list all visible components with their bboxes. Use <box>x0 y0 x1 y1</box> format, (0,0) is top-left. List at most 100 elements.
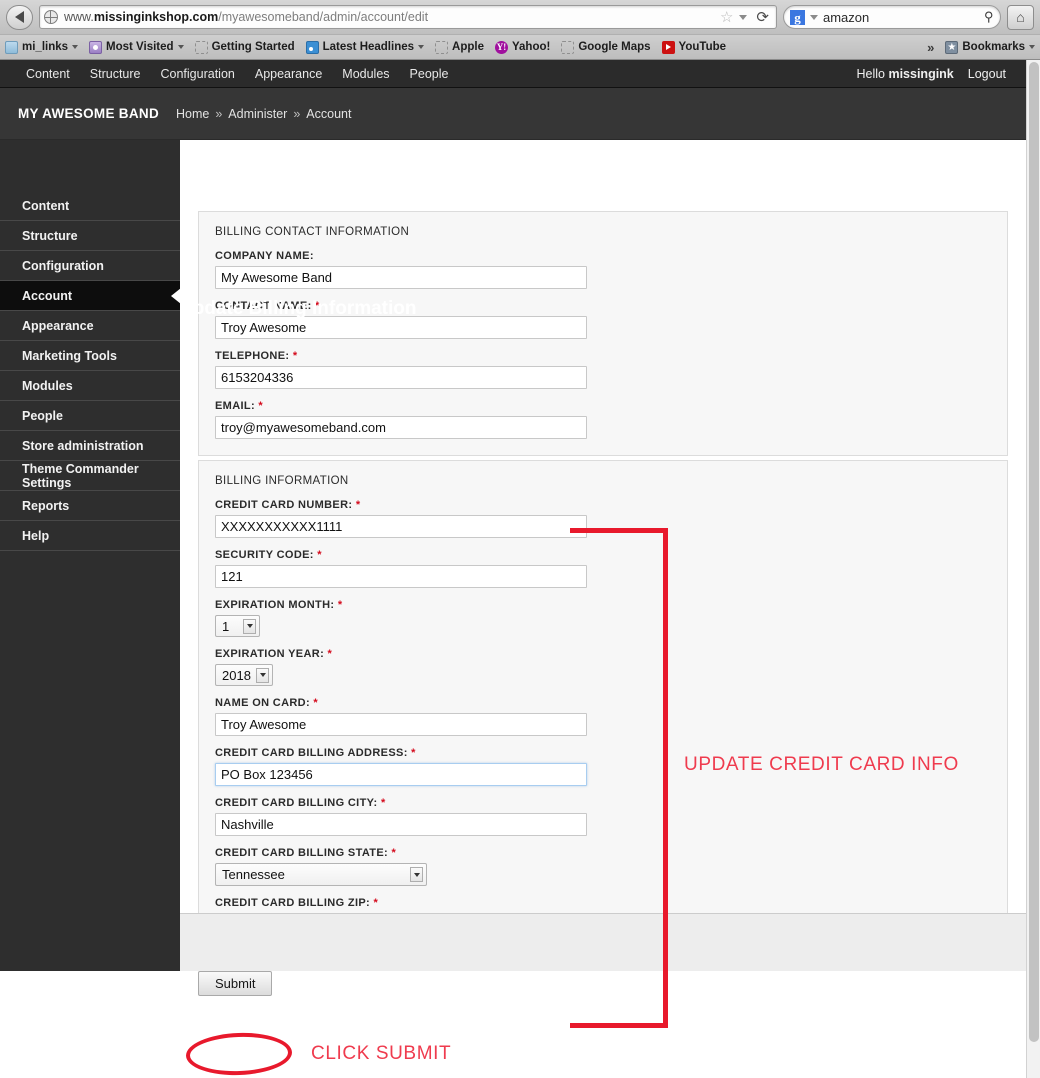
page-footer <box>180 913 1026 971</box>
url-bar[interactable]: www.missinginkshop.com/myawesomeband/adm… <box>39 5 777 29</box>
bookmark-google-maps[interactable]: Google Maps <box>561 40 651 54</box>
field-label: COMPANY NAME: <box>215 250 991 262</box>
admin-menu-people[interactable]: People <box>400 67 459 81</box>
bookmark-label: Most Visited <box>106 41 174 53</box>
breadcrumb-item-home[interactable]: Home <box>176 107 209 121</box>
field-label: EMAIL: * <box>215 400 991 412</box>
sidebar-top-spacer <box>0 140 180 191</box>
field-expiration-year: EXPIRATION YEAR: * 2018 <box>215 648 991 686</box>
label-text: EXPIRATION MONTH: <box>215 599 335 611</box>
field-email: EMAIL: * <box>215 400 991 439</box>
label-text: COMPANY NAME: <box>215 250 314 262</box>
sidebar-item-account[interactable]: Account <box>0 281 181 311</box>
web-page: Content Structure Configuration Appearan… <box>0 60 1026 1078</box>
search-bar[interactable]: g amazon ⚲ <box>783 5 1001 29</box>
field-label: TELEPHONE: * <box>215 350 991 362</box>
sidebar-item-store-administration[interactable]: Store administration <box>0 431 180 461</box>
admin-menu-appearance[interactable]: Appearance <box>245 67 332 81</box>
label-text: CREDIT CARD BILLING ZIP: <box>215 897 371 909</box>
sidebar-item-structure[interactable]: Structure <box>0 221 180 251</box>
sidebar-item-label: People <box>22 408 63 423</box>
logout-link[interactable]: Logout <box>968 67 1010 81</box>
admin-menu-configuration[interactable]: Configuration <box>151 67 245 81</box>
email-input[interactable] <box>215 416 587 439</box>
field-credit-card-number: CREDIT CARD NUMBER: * <box>215 499 991 538</box>
bookmark-mi-links[interactable]: mi_links <box>5 40 79 54</box>
field-label: CREDIT CARD NUMBER: * <box>215 499 991 511</box>
bookmarks-menu-button[interactable]: ★ Bookmarks <box>945 40 1035 54</box>
bookmark-star-icon[interactable]: ☆ <box>720 8 733 26</box>
back-button[interactable] <box>6 4 33 30</box>
chevron-down-icon <box>1029 45 1035 49</box>
bookmark-latest-headlines[interactable]: Latest Headlines <box>305 40 425 54</box>
required-marker: * <box>355 499 361 511</box>
sidebar: Content Structure Configuration Account … <box>0 140 181 971</box>
page-scrollbar[interactable] <box>1026 60 1040 1078</box>
bookmark-youtube[interactable]: YouTube <box>661 40 726 54</box>
label-text: TELEPHONE: <box>215 350 290 362</box>
sidebar-item-label: Help <box>22 528 50 543</box>
chevron-down-icon <box>243 618 256 634</box>
billing-state-select[interactable]: Tennessee <box>215 863 427 886</box>
credit-card-number-input[interactable] <box>215 515 587 538</box>
company-name-input[interactable] <box>215 266 587 289</box>
required-marker: * <box>391 847 397 859</box>
chevron-down-icon <box>418 45 425 49</box>
panel-legend: BILLING CONTACT INFORMATION <box>215 226 410 238</box>
sidebar-item-label: Configuration <box>22 258 104 273</box>
greeting-prefix: Hello <box>856 66 889 81</box>
sidebar-item-content[interactable]: Content <box>0 191 180 221</box>
field-billing-state: CREDIT CARD BILLING STATE: * Tennessee <box>215 847 991 886</box>
field-company-name: COMPANY NAME: <box>215 250 991 289</box>
required-marker: * <box>258 400 264 412</box>
billing-address-input[interactable] <box>215 763 587 786</box>
telephone-input[interactable] <box>215 366 587 389</box>
required-marker: * <box>373 897 379 909</box>
name-on-card-input[interactable] <box>215 713 587 736</box>
expiration-month-select[interactable]: 1 <box>215 615 260 637</box>
search-input[interactable]: amazon <box>823 10 979 25</box>
chevron-down-icon[interactable] <box>739 14 748 20</box>
breadcrumb-item-administer[interactable]: Administer <box>228 107 287 121</box>
security-code-input[interactable] <box>215 565 587 588</box>
url-domain: missinginkshop.com <box>93 10 219 24</box>
sidebar-item-configuration[interactable]: Configuration <box>0 251 180 281</box>
submit-button[interactable]: Submit <box>198 971 273 996</box>
sidebar-item-help[interactable]: Help <box>0 521 180 551</box>
dotted-placeholder-icon <box>194 40 208 54</box>
home-button[interactable]: ⌂ <box>1007 4 1034 30</box>
bookmark-most-visited[interactable]: Most Visited <box>89 40 184 54</box>
sidebar-item-label: Appearance <box>22 318 94 333</box>
sidebar-item-people[interactable]: People <box>0 401 180 431</box>
breadcrumb-separator: » <box>215 106 223 121</box>
billing-city-input[interactable] <box>215 813 587 836</box>
bookmark-getting-started[interactable]: Getting Started <box>194 40 295 54</box>
scrollbar-thumb[interactable] <box>1029 62 1039 1042</box>
sidebar-item-appearance[interactable]: Appearance <box>0 311 180 341</box>
sidebar-item-theme-commander-settings[interactable]: Theme Commander Settings <box>0 461 180 491</box>
sidebar-item-marketing-tools[interactable]: Marketing Tools <box>0 341 180 371</box>
admin-menu-structure[interactable]: Structure <box>80 67 151 81</box>
field-label: NAME ON CARD: * <box>215 697 991 709</box>
most-visited-icon <box>89 40 103 54</box>
field-billing-city: CREDIT CARD BILLING CITY: * <box>215 797 991 836</box>
bookmarks-overflow-icon[interactable]: » <box>927 40 934 55</box>
sidebar-item-label: Structure <box>22 228 78 243</box>
label-text: CREDIT CARD BILLING ADDRESS: <box>215 747 408 759</box>
sidebar-item-label: Marketing Tools <box>22 348 117 363</box>
expiration-year-select[interactable]: 2018 <box>215 664 273 686</box>
bookmark-yahoo[interactable]: Y! Yahoo! <box>494 40 550 54</box>
field-name-on-card: NAME ON CARD: * <box>215 697 991 736</box>
site-name: MY AWESOME BAND <box>18 106 160 121</box>
folder-icon <box>5 40 18 54</box>
admin-menu-modules[interactable]: Modules <box>332 67 399 81</box>
search-icon[interactable]: ⚲ <box>984 9 994 25</box>
reload-icon[interactable]: ⟳ <box>753 8 772 26</box>
sidebar-item-reports[interactable]: Reports <box>0 491 180 521</box>
breadcrumb-item-account[interactable]: Account <box>306 107 351 121</box>
bookmark-apple[interactable]: Apple <box>435 40 484 54</box>
url-protocol: www. <box>64 10 94 24</box>
sidebar-item-modules[interactable]: Modules <box>0 371 180 401</box>
search-engine-chevron-icon[interactable] <box>810 14 818 20</box>
admin-menu-content[interactable]: Content <box>16 67 80 81</box>
